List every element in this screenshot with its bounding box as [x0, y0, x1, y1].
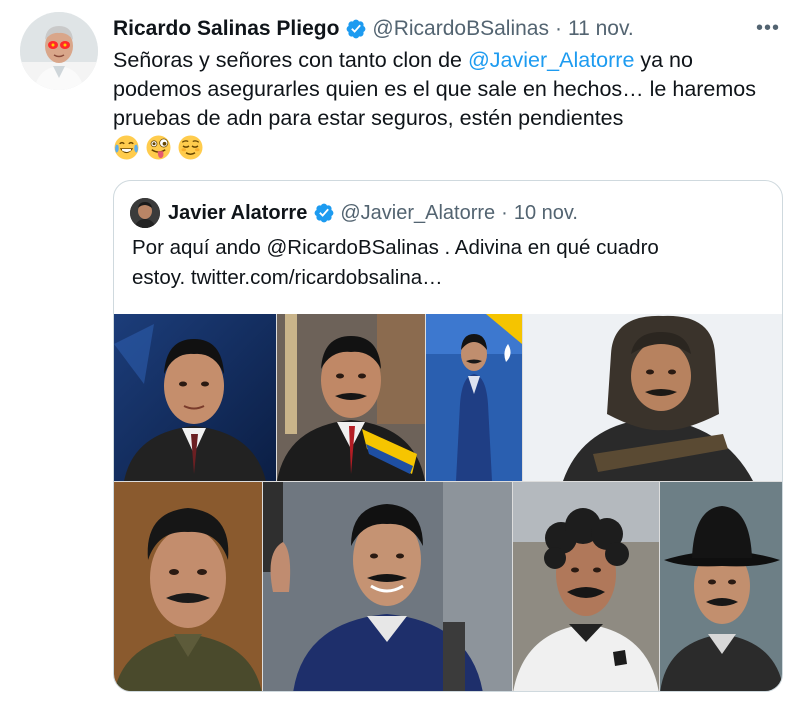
quoted-tweet-date[interactable]: 10 nov.	[514, 202, 578, 225]
more-options-icon[interactable]: •••	[748, 14, 788, 42]
tweet[interactable]: Ricardo Salinas Pliego @RicardoBSalinas …	[0, 0, 800, 712]
collage-photo-2[interactable]	[277, 314, 425, 481]
quoted-header-separator: ·	[501, 201, 508, 224]
quoted-verified-badge-icon	[313, 202, 335, 224]
collage-photo-6[interactable]	[263, 482, 512, 691]
tweet-text: Señoras y señores con tanto clon de @Jav…	[113, 46, 773, 133]
tweet-header: Ricardo Salinas Pliego @RicardoBSalinas …	[113, 12, 634, 46]
tears-of-joy-emoji	[114, 135, 139, 160]
quoted-author-name[interactable]: Javier Alatorre	[168, 202, 307, 225]
quoted-tweet-header: Javier Alatorre @Javier_Alatorre · 10 no…	[130, 197, 578, 229]
quoted-author-handle[interactable]: @Javier_Alatorre	[340, 202, 495, 225]
relieved-face-emoji	[178, 135, 203, 160]
author-avatar[interactable]	[20, 12, 98, 90]
quoted-author-avatar[interactable]	[130, 198, 160, 228]
collage-photo-7[interactable]	[513, 482, 659, 691]
collage-photo-8[interactable]	[660, 482, 782, 691]
photo-collage[interactable]	[114, 314, 782, 691]
tweet-text-part1: Señoras y señores con tanto clon de	[113, 48, 468, 72]
next-tweet-preview	[113, 702, 773, 712]
tweet-date[interactable]: 11 nov.	[568, 17, 634, 41]
collage-photo-3[interactable]	[426, 314, 522, 481]
quoted-text-line2[interactable]: estoy. twitter.com/ricardobsalina…	[132, 263, 752, 293]
author-name[interactable]: Ricardo Salinas Pliego	[113, 17, 339, 41]
quoted-text-line1: Por aquí ando @RicardoBSalinas . Adivina…	[132, 236, 659, 259]
mention-link[interactable]: @Javier_Alatorre	[468, 48, 634, 72]
collage-photo-4[interactable]	[523, 314, 782, 481]
header-separator: ·	[554, 17, 562, 40]
author-handle[interactable]: @RicardoBSalinas	[372, 17, 549, 41]
collage-photo-5[interactable]	[114, 482, 262, 691]
zany-face-emoji	[146, 135, 171, 160]
emoji-row	[113, 134, 204, 161]
collage-photo-1[interactable]	[114, 314, 276, 481]
verified-badge-icon	[345, 18, 367, 40]
quoted-tweet-text: Por aquí ando @RicardoBSalinas . Adivina…	[132, 233, 752, 293]
quoted-tweet[interactable]: Javier Alatorre @Javier_Alatorre · 10 no…	[113, 180, 783, 692]
